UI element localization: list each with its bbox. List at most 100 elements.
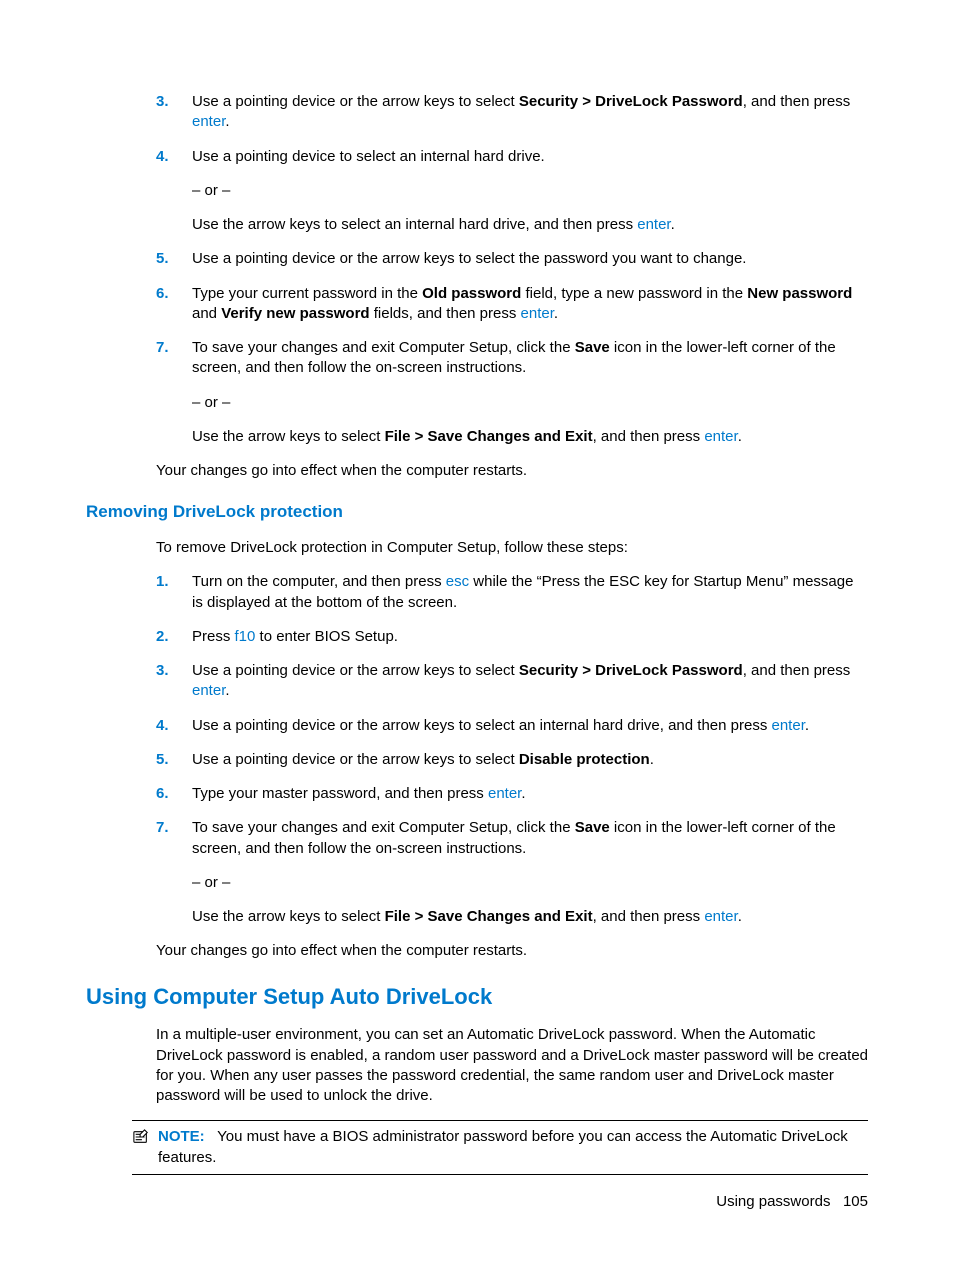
text: Use a pointing device or the arrow keys …	[192, 662, 519, 679]
list-body: Type your current password in the Old pa…	[192, 284, 868, 325]
text: Use a pointing device or the arrow keys …	[192, 93, 519, 110]
key-text: enter	[192, 113, 225, 130]
list-item: 6. Type your current password in the Old…	[156, 284, 868, 325]
bold-text: New password	[747, 285, 852, 302]
key-text: esc	[446, 573, 469, 590]
text: .	[554, 305, 558, 322]
list-body: Turn on the computer, and then press esc…	[192, 572, 868, 613]
text: Use the arrow keys to select an internal…	[192, 215, 868, 235]
bold-text: File > Save Changes and Exit	[385, 908, 593, 925]
heading-removing-drivelock: Removing DriveLock protection	[86, 501, 868, 524]
list-item: 1. Turn on the computer, and then press …	[156, 572, 868, 613]
text: .	[650, 751, 654, 768]
text: , and then press	[593, 908, 705, 925]
list-body: Press f10 to enter BIOS Setup.	[192, 627, 868, 647]
text: .	[738, 428, 742, 445]
text: , and then press	[743, 93, 851, 110]
list-body: To save your changes and exit Computer S…	[192, 818, 868, 927]
list-item: 2. Press f10 to enter BIOS Setup.	[156, 627, 868, 647]
text: .	[225, 682, 229, 699]
key-text: enter	[704, 428, 737, 445]
text: .	[521, 785, 525, 802]
list-body: Use a pointing device or the arrow keys …	[192, 750, 868, 770]
list-body: Use a pointing device to select an inter…	[192, 147, 868, 236]
or-text: – or –	[192, 873, 868, 893]
list-body: Use a pointing device or the arrow keys …	[192, 249, 868, 269]
page-footer: Using passwords 105	[716, 1192, 868, 1212]
closing-text: Your changes go into effect when the com…	[156, 941, 868, 961]
text: .	[805, 717, 809, 734]
text: Use the arrow keys to select	[192, 908, 385, 925]
text: Type your current password in the	[192, 285, 422, 302]
list-item: 5. Use a pointing device or the arrow ke…	[156, 249, 868, 269]
note-box: NOTE: You must have a BIOS administrator…	[132, 1120, 868, 1175]
text: fields, and then press	[370, 305, 521, 322]
page-content: 3. Use a pointing device or the arrow ke…	[86, 92, 868, 1175]
list-number: 6.	[156, 284, 192, 325]
or-text: – or –	[192, 181, 868, 201]
text: and	[192, 305, 221, 322]
list-number: 4.	[156, 147, 192, 236]
list-item: 7. To save your changes and exit Compute…	[156, 818, 868, 927]
list-number: 3.	[156, 661, 192, 702]
text: .	[738, 908, 742, 925]
list-number: 7.	[156, 818, 192, 927]
text: Use the arrow keys to select File > Save…	[192, 427, 868, 447]
ordered-list-remove-drivelock: 1. Turn on the computer, and then press …	[156, 572, 868, 927]
list-body: Use a pointing device or the arrow keys …	[192, 716, 868, 736]
text: field, type a new password in the	[521, 285, 747, 302]
text: to enter BIOS Setup.	[255, 628, 398, 645]
text: .	[225, 113, 229, 130]
text: Use the arrow keys to select	[192, 428, 385, 445]
list-item: 7. To save your changes and exit Compute…	[156, 338, 868, 447]
text: Turn on the computer, and then press	[192, 573, 446, 590]
text: Use a pointing device or the arrow keys …	[192, 717, 772, 734]
closing-text: Your changes go into effect when the com…	[156, 461, 868, 481]
text: .	[671, 216, 675, 233]
list-item: 3. Use a pointing device or the arrow ke…	[156, 92, 868, 133]
key-text: enter	[704, 908, 737, 925]
bold-text: Save	[575, 339, 610, 356]
key-text: enter	[637, 216, 670, 233]
list-number: 5.	[156, 750, 192, 770]
list-body: Use a pointing device or the arrow keys …	[192, 92, 868, 133]
note-body: NOTE: You must have a BIOS administrator…	[158, 1127, 868, 1168]
key-text: enter	[772, 717, 805, 734]
key-text: f10	[235, 628, 256, 645]
note-icon	[132, 1127, 158, 1168]
heading-auto-drivelock: Using Computer Setup Auto DriveLock	[86, 982, 868, 1012]
list-number: 6.	[156, 784, 192, 804]
bold-text: Disable protection	[519, 751, 650, 768]
list-body: Use a pointing device or the arrow keys …	[192, 661, 868, 702]
text: Use a pointing device or the arrow keys …	[192, 751, 519, 768]
ordered-list-change-password: 3. Use a pointing device or the arrow ke…	[156, 92, 868, 447]
list-number: 3.	[156, 92, 192, 133]
list-item: 4. Use a pointing device or the arrow ke…	[156, 716, 868, 736]
list-item: 3. Use a pointing device or the arrow ke…	[156, 661, 868, 702]
bold-text: Verify new password	[221, 305, 369, 322]
key-text: enter	[192, 682, 225, 699]
text: Press	[192, 628, 235, 645]
note-text: You must have a BIOS administrator passw…	[158, 1128, 848, 1165]
text: To save your changes and exit Computer S…	[192, 819, 575, 836]
text: Use the arrow keys to select File > Save…	[192, 907, 868, 927]
text: , and then press	[593, 428, 705, 445]
bold-text: File > Save Changes and Exit	[385, 428, 593, 445]
list-number: 1.	[156, 572, 192, 613]
list-number: 2.	[156, 627, 192, 647]
list-number: 7.	[156, 338, 192, 447]
list-body: Type your master password, and then pres…	[192, 784, 868, 804]
list-item: 6. Type your master password, and then p…	[156, 784, 868, 804]
bold-text: Old password	[422, 285, 521, 302]
text: To save your changes and exit Computer S…	[192, 339, 575, 356]
bold-text: Security > DriveLock Password	[519, 662, 743, 679]
text: Use the arrow keys to select an internal…	[192, 216, 637, 233]
paragraph: In a multiple-user environment, you can …	[156, 1025, 868, 1106]
bold-text: Security > DriveLock Password	[519, 93, 743, 110]
intro-text: To remove DriveLock protection in Comput…	[156, 538, 868, 558]
or-text: – or –	[192, 393, 868, 413]
list-body: To save your changes and exit Computer S…	[192, 338, 868, 447]
list-number: 4.	[156, 716, 192, 736]
list-item: 4. Use a pointing device to select an in…	[156, 147, 868, 236]
footer-section: Using passwords	[716, 1193, 830, 1210]
